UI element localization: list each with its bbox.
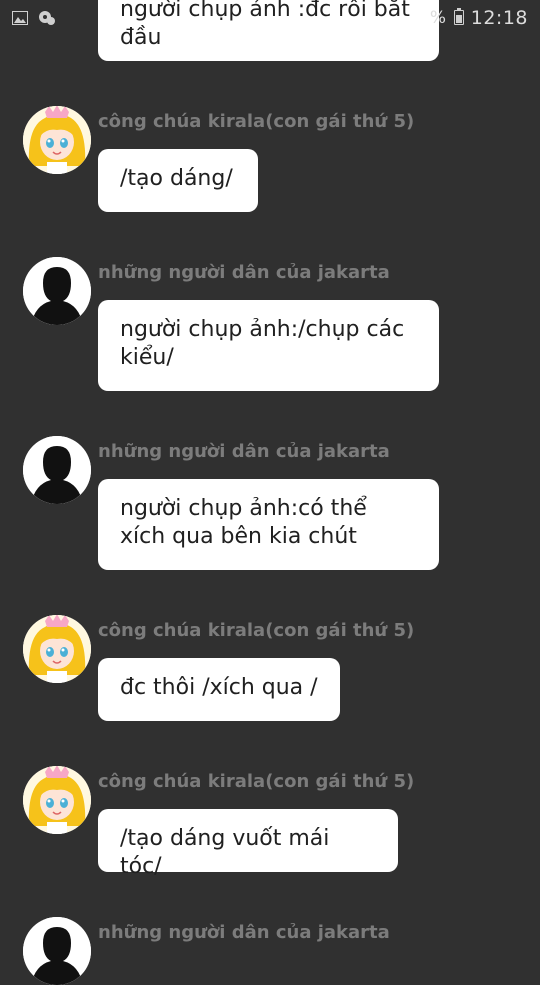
image-icon xyxy=(12,10,28,29)
clock: 12:18 xyxy=(470,7,528,29)
message-text: người chụp ảnh:/chụp các kiểu/ xyxy=(120,317,405,370)
sender-name: công chúa kirala(con gái thứ 5) xyxy=(98,111,415,132)
princess-avatar[interactable] xyxy=(23,766,91,834)
message-bubble[interactable]: /tạo dáng/ xyxy=(98,149,258,212)
message-text: /tạo dáng vuốt mái tóc/ xyxy=(120,826,330,879)
message-text: /tạo dáng/ xyxy=(120,166,233,191)
status-bar: % 12:18 xyxy=(0,0,540,36)
message-bubble[interactable]: người chụp ảnh:có thể xích qua bên kia c… xyxy=(98,479,439,570)
sender-name: công chúa kirala(con gái thứ 5) xyxy=(98,771,415,792)
silhouette-avatar[interactable] xyxy=(23,917,91,985)
princess-avatar[interactable] xyxy=(23,106,91,174)
message-bubble[interactable]: người chụp ảnh:/chụp các kiểu/ xyxy=(98,300,439,391)
sender-name: những người dân của jakarta xyxy=(98,262,390,283)
message-bubble[interactable]: /tạo dáng vuốt mái tóc/ xyxy=(98,809,398,879)
chat-bubble-icon xyxy=(37,10,57,30)
chat-list[interactable]: người chụp ảnh :đc rồi bắt đầu công chúa… xyxy=(0,0,540,985)
princess-avatar[interactable] xyxy=(23,615,91,683)
silhouette-avatar[interactable] xyxy=(23,257,91,325)
battery-icon xyxy=(454,8,464,25)
message-bubble[interactable]: đc thôi /xích qua / xyxy=(98,658,340,721)
sender-name: công chúa kirala(con gái thứ 5) xyxy=(98,620,415,641)
sender-name: những người dân của jakarta xyxy=(98,441,390,462)
sender-name: những người dân của jakarta xyxy=(98,922,390,943)
silhouette-avatar[interactable] xyxy=(23,436,91,504)
message-text: người chụp ảnh:có thể xích qua bên kia c… xyxy=(120,496,367,549)
battery-percent-symbol: % xyxy=(429,8,446,28)
message-text: đc thôi /xích qua / xyxy=(120,675,318,700)
